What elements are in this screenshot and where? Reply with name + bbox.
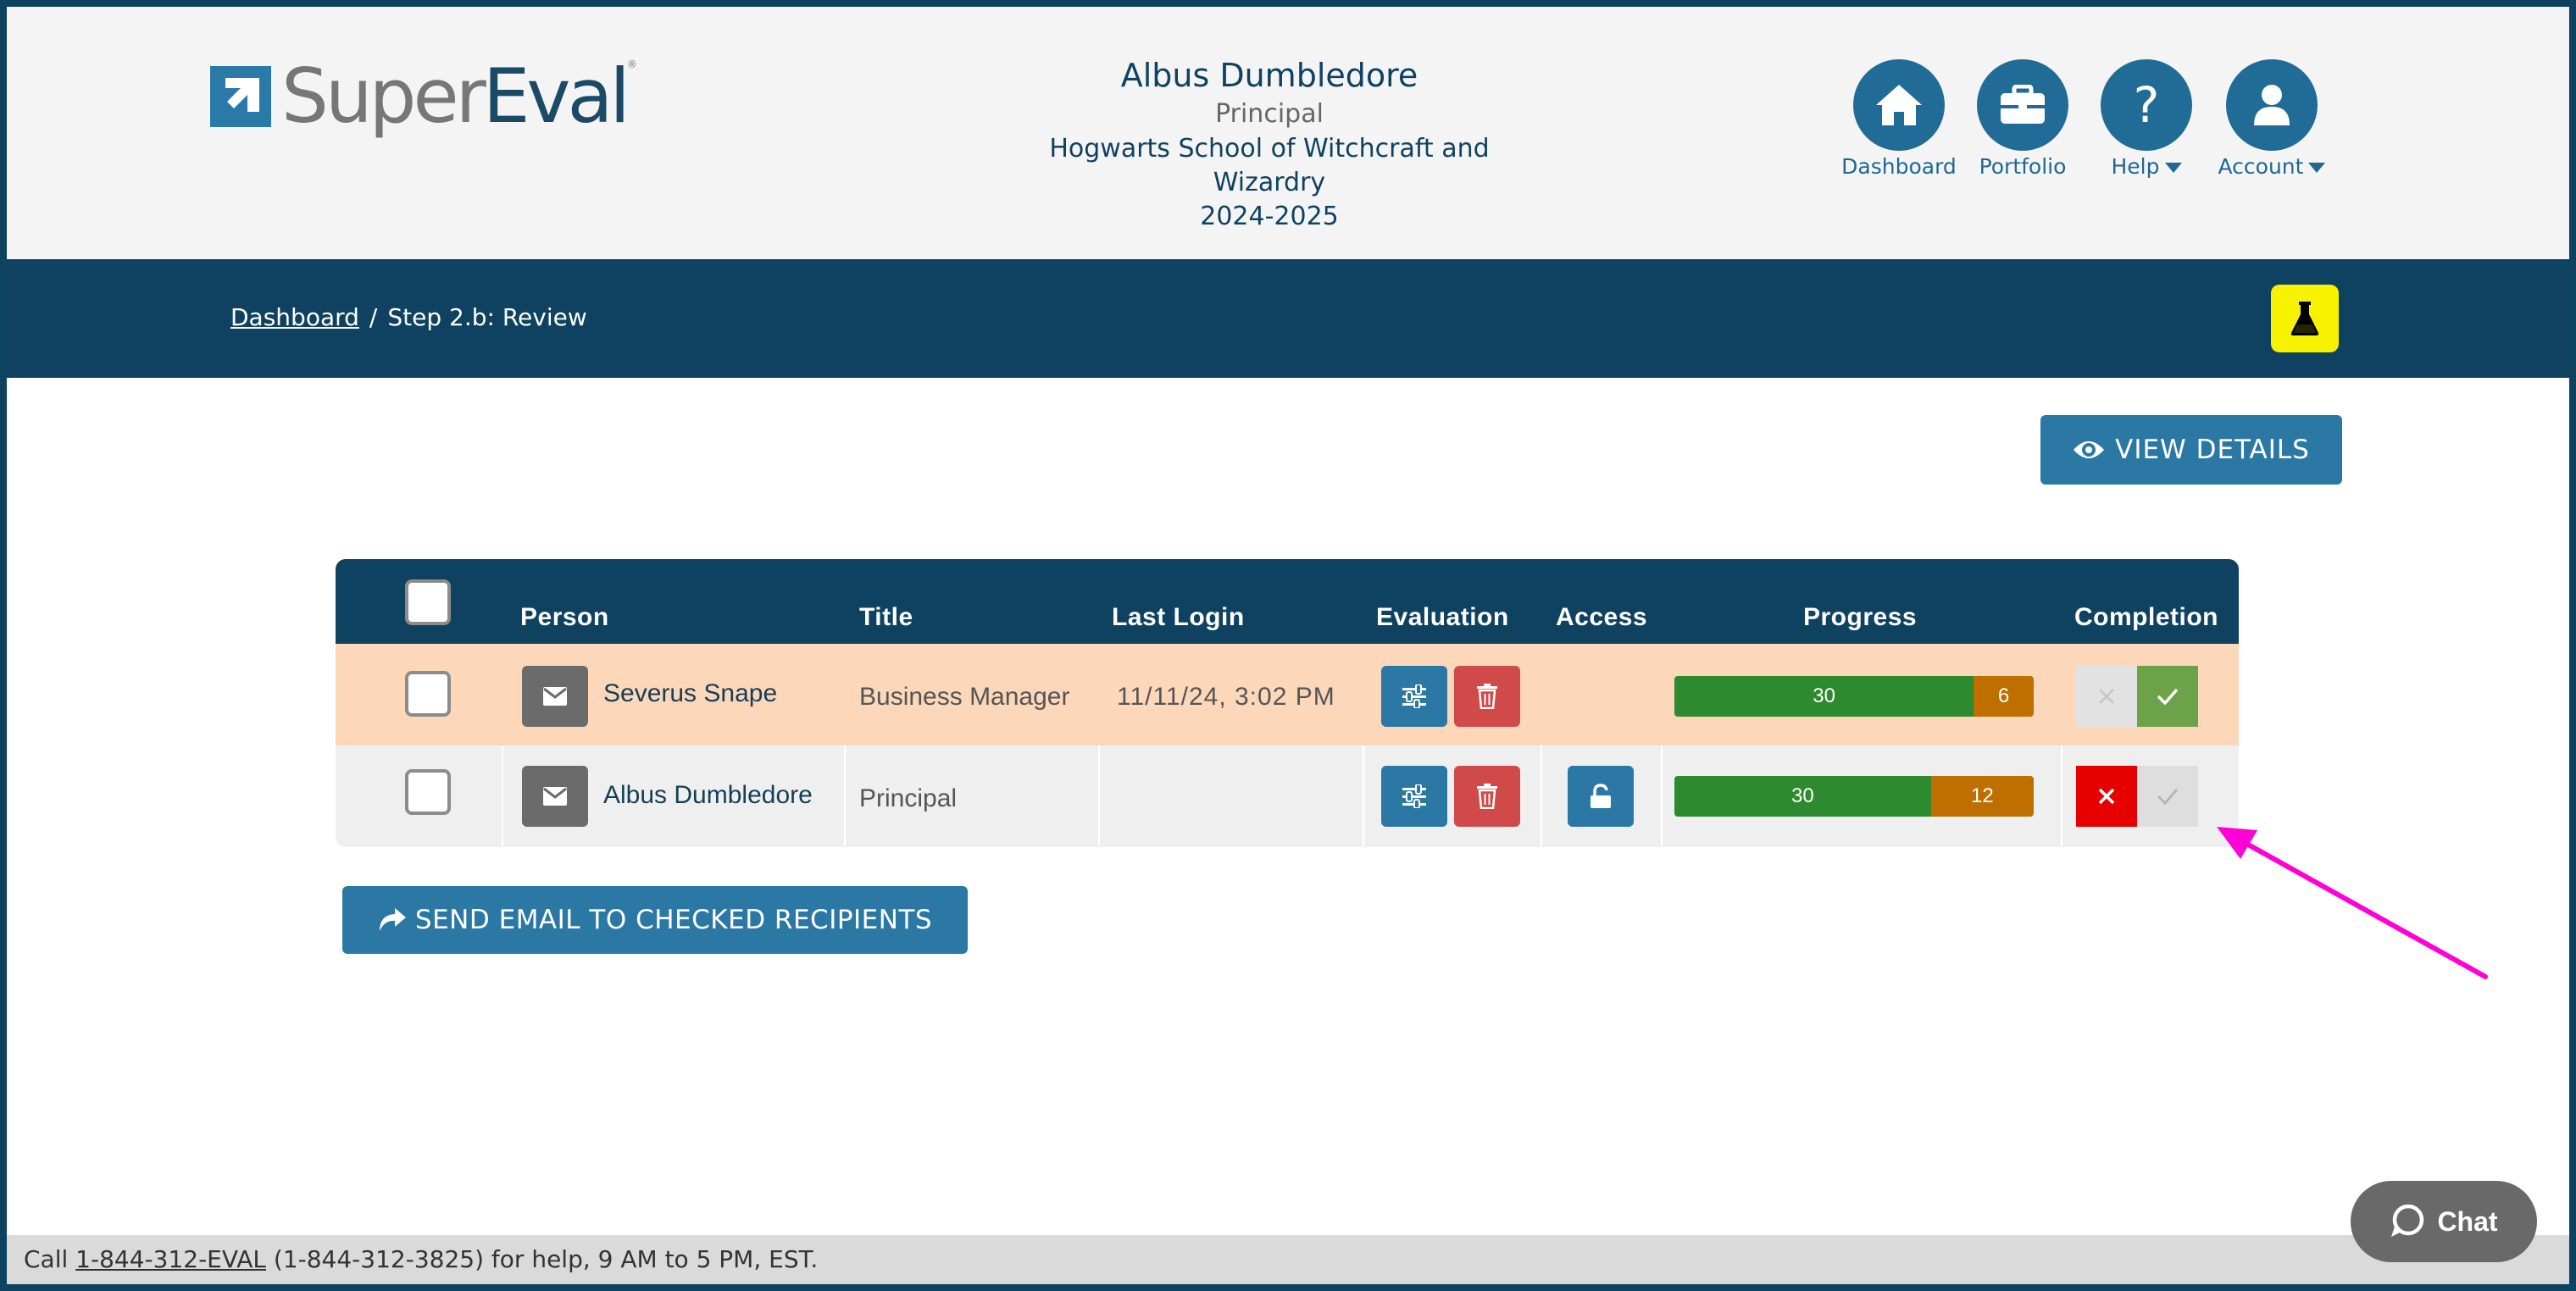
view-details-label: VIEW DETAILS xyxy=(2115,435,2310,465)
close-icon xyxy=(2098,688,2115,705)
school-year: 2024-2025 xyxy=(1200,202,1339,231)
briefcase-icon xyxy=(1977,59,2068,151)
progress-completed: 30 xyxy=(1674,676,1974,717)
sliders-icon[interactable] xyxy=(1381,766,1447,827)
header-last-login[interactable]: Last Login xyxy=(1112,603,1245,632)
column-divider xyxy=(1098,745,1100,847)
nav-dashboard[interactable]: Dashboard xyxy=(1837,59,1961,179)
column-divider xyxy=(1661,745,1663,847)
breadcrumb-bar: Dashboard / Step 2.b: Review xyxy=(7,259,2569,378)
nav-portfolio-label: Portfolio xyxy=(1979,154,2067,179)
column-divider xyxy=(1541,745,1542,847)
trash-icon[interactable] xyxy=(1454,666,1520,727)
header-progress[interactable]: Progress xyxy=(1803,603,1917,632)
chat-label: Chat xyxy=(2437,1205,2498,1237)
header: SuperEval® Albus Dumbledore Principal Ho… xyxy=(7,7,2569,259)
nav-account-label: Account xyxy=(2218,154,2304,179)
trash-icon[interactable] xyxy=(1454,766,1520,827)
person-title: Principal xyxy=(859,784,958,812)
nav-help[interactable]: ? Help xyxy=(2085,59,2208,179)
send-email-label: SEND EMAIL TO CHECKED RECIPIENTS xyxy=(414,905,933,935)
home-icon xyxy=(1853,59,1945,151)
breadcrumb-separator: / xyxy=(369,303,378,331)
view-details-button[interactable]: VIEW DETAILS xyxy=(2040,415,2342,485)
flask-icon[interactable] xyxy=(2271,285,2339,352)
header-evaluation: Evaluation xyxy=(1376,603,1509,631)
close-icon xyxy=(2098,788,2115,805)
superEval-logo[interactable]: SuperEval® xyxy=(210,59,637,134)
person-title: Business Manager xyxy=(859,683,1070,711)
nav-account[interactable]: Account xyxy=(2208,59,2335,179)
completion-toggle xyxy=(2076,766,2198,827)
eye-icon xyxy=(2074,441,2105,458)
mark-complete-button[interactable] xyxy=(2137,766,2198,827)
annotation-arrow xyxy=(2217,827,2488,979)
logo-wordmark: SuperEval® xyxy=(281,53,637,140)
envelope-icon[interactable] xyxy=(522,666,588,727)
row-checkbox[interactable] xyxy=(405,671,451,717)
column-divider xyxy=(844,745,846,847)
header-person[interactable]: Person xyxy=(520,603,609,632)
header-access: Access xyxy=(1556,603,1648,631)
select-all-checkbox[interactable] xyxy=(405,579,451,625)
send-email-button[interactable]: SEND EMAIL TO CHECKED RECIPIENTS xyxy=(342,886,968,954)
nav-portfolio[interactable]: Portfolio xyxy=(1961,59,2085,179)
row-checkbox[interactable] xyxy=(405,769,451,815)
mark-incomplete-button[interactable] xyxy=(2076,666,2137,727)
person-name[interactable]: Severus Snape xyxy=(603,679,777,708)
check-icon xyxy=(2157,688,2179,706)
breadcrumb-dashboard-link[interactable]: Dashboard xyxy=(230,303,359,331)
footer: Call 1-844-312-EVAL (1-844-312-3825) for… xyxy=(7,1235,2569,1284)
person-name[interactable]: Albus Dumbledore xyxy=(603,781,813,810)
table-row: Severus Snape Business Manager 11/11/24,… xyxy=(336,644,2239,745)
user-name: Albus Dumbledore xyxy=(1120,57,1418,94)
sliders-icon[interactable] xyxy=(1381,666,1447,727)
breadcrumb-current: Step 2.b: Review xyxy=(387,303,587,331)
mark-incomplete-button[interactable] xyxy=(2076,766,2137,827)
review-table: Person Title Last Login Evaluation Acces… xyxy=(336,559,2239,847)
progress-completed: 30 xyxy=(1674,776,1931,817)
column-divider xyxy=(2061,745,2062,847)
chevron-down-icon xyxy=(2308,163,2326,173)
user-role: Principal xyxy=(1215,99,1324,129)
column-divider xyxy=(502,745,503,847)
header-title[interactable]: Title xyxy=(859,603,913,632)
chat-bubble-icon xyxy=(2391,1205,2424,1237)
footer-prefix: Call xyxy=(24,1245,76,1273)
progress-bar: 30 12 xyxy=(1674,776,2034,817)
footer-suffix: (1-844-312-3825) for help, 9 AM to 5 PM,… xyxy=(266,1245,819,1273)
progress-remaining: 12 xyxy=(1930,776,2034,817)
share-arrow-icon xyxy=(379,908,406,931)
logo-mark-icon xyxy=(210,66,271,127)
chevron-down-icon xyxy=(2164,163,2182,173)
last-login: 11/11/24, 3:02 PM xyxy=(1117,683,1335,711)
breadcrumb: Dashboard / Step 2.b: Review xyxy=(230,303,587,331)
user-info: Albus Dumbledore Principal Hogwarts Scho… xyxy=(1024,54,1515,234)
school-name: Hogwarts School of Witchcraft and Wizard… xyxy=(1049,134,1490,197)
table-header: Person Title Last Login Evaluation Acces… xyxy=(336,559,2239,644)
user-icon xyxy=(2226,59,2318,151)
support-phone-link[interactable]: 1-844-312-EVAL xyxy=(75,1245,266,1273)
column-divider xyxy=(1363,745,1364,847)
app-frame: SuperEval® Albus Dumbledore Principal Ho… xyxy=(7,7,2569,1284)
table-row: Albus Dumbledore Principal 30 12 xyxy=(336,745,2239,847)
header-completion[interactable]: Completion xyxy=(2074,603,2218,632)
progress-bar: 30 6 xyxy=(1674,676,2034,717)
mark-complete-button[interactable] xyxy=(2137,666,2198,727)
question-icon: ? xyxy=(2101,59,2192,151)
nav-help-label: Help xyxy=(2111,154,2160,179)
check-icon xyxy=(2157,789,2179,806)
chat-button[interactable]: Chat xyxy=(2351,1181,2537,1262)
progress-remaining: 6 xyxy=(1974,676,2034,717)
completion-toggle xyxy=(2076,666,2198,727)
top-navigation: Dashboard Portfolio ? Help Account xyxy=(1837,59,2335,179)
unlock-icon[interactable] xyxy=(1568,766,1634,827)
envelope-icon[interactable] xyxy=(522,766,588,827)
nav-dashboard-label: Dashboard xyxy=(1841,154,1957,179)
